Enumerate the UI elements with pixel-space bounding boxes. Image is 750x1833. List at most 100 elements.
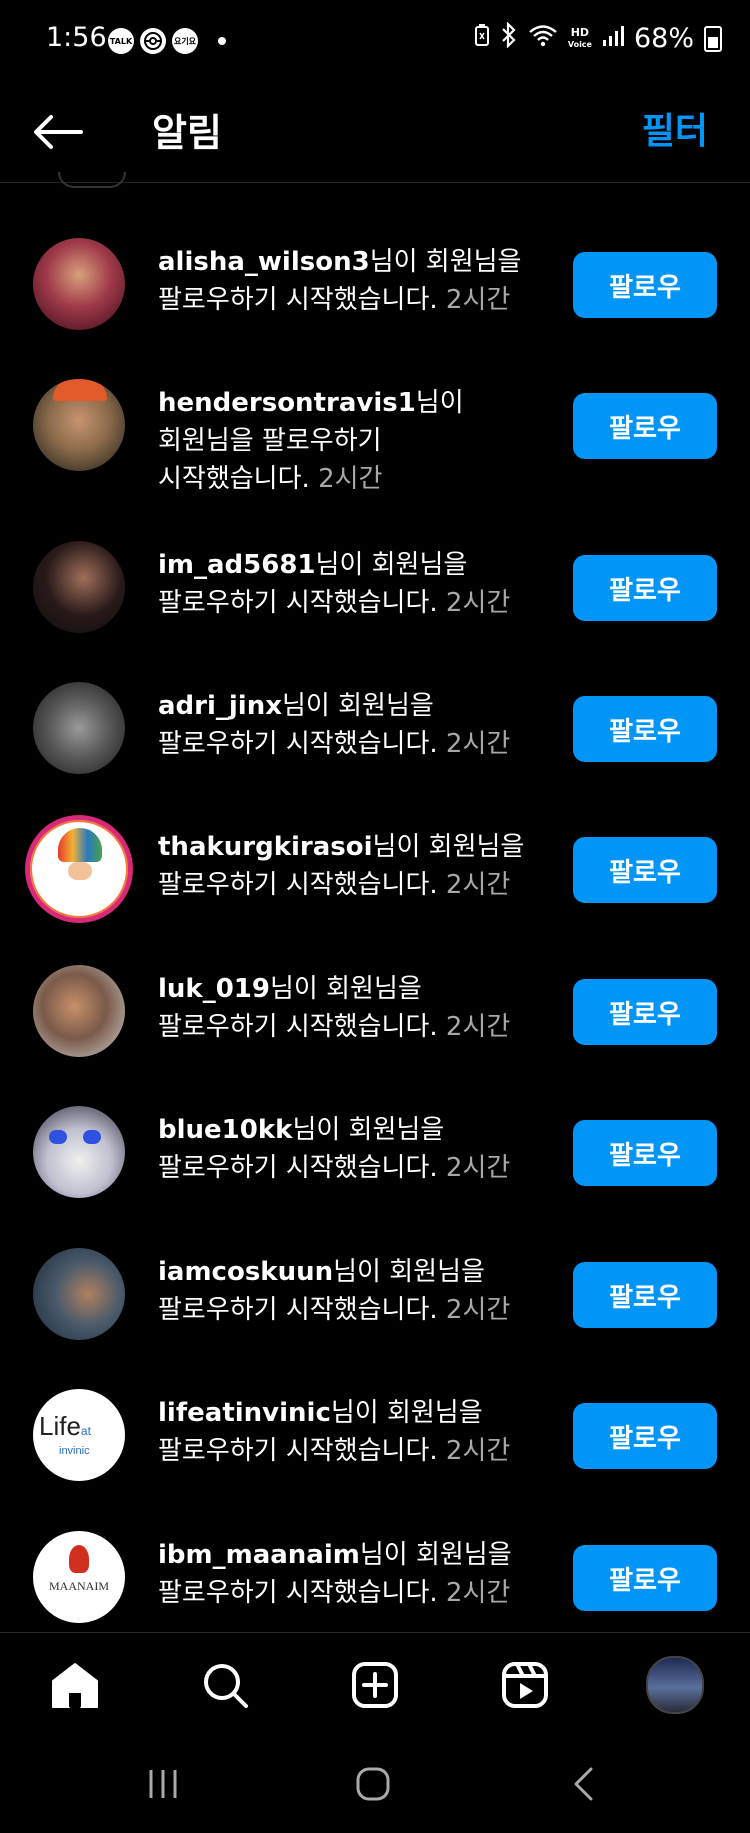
follow-button[interactable]: 팔로우 (573, 979, 717, 1045)
signal-icon (602, 23, 624, 54)
notification-message: 시작했습니다. (158, 464, 310, 494)
notification-message: 팔로우하기 시작했습니다. (158, 1295, 438, 1325)
follow-button[interactable]: 팔로우 (573, 1262, 717, 1328)
notification-text: blue10kk님이 회원님을 팔로우하기 시작했습니다. 2시간 (158, 1111, 538, 1187)
notification-text: ibm_maanaim님이 회원님을 팔로우하기 시작했습니다. 2시간 (158, 1536, 538, 1612)
username-link[interactable]: ibm_maanaim (158, 1540, 360, 1570)
follow-button[interactable]: 팔로우 (573, 696, 717, 762)
timestamp: 2시간 (445, 1153, 511, 1183)
username-link[interactable]: luk_019 (158, 974, 270, 1004)
partial-avatar (58, 172, 126, 188)
notification-message: 님이 회원님을 (292, 1115, 445, 1145)
home-circle-icon (356, 1767, 390, 1801)
username-link[interactable]: alisha_wilson3 (158, 247, 370, 277)
create-tab[interactable] (345, 1655, 405, 1715)
recents-button[interactable] (133, 1764, 193, 1804)
hd-voice-icon: HD Voice (568, 27, 592, 50)
notification-message: 님이 회원님을 (372, 832, 525, 862)
notification-message: 님이 회원님을 (282, 691, 434, 721)
battery-icon (704, 25, 722, 52)
notification-message: 님이 (415, 388, 464, 418)
page-title: 알림 (152, 111, 222, 155)
notification-message: 팔로우하기 시작했습니다. (158, 1436, 438, 1466)
bluetooth-icon (500, 21, 518, 55)
follow-button[interactable]: 팔로우 (573, 1545, 717, 1611)
home-tab[interactable] (45, 1655, 105, 1715)
user-avatar[interactable] (33, 541, 125, 633)
voice-label: Voice (567, 40, 592, 49)
logo-text-invinic: invinic (59, 1445, 90, 1457)
timestamp: 2시간 (445, 729, 511, 759)
logo-text-life: Life (39, 1411, 81, 1441)
follow-button[interactable]: 팔로우 (573, 393, 717, 459)
follow-button[interactable]: 팔로우 (573, 1120, 717, 1186)
notification-message: 팔로우하기 시작했습니다. (158, 870, 438, 900)
bottom-nav (0, 1632, 750, 1737)
notification-message: 님이 회원님을 (330, 1398, 483, 1428)
timestamp: 2시간 (445, 1578, 511, 1608)
notification-text: luk_019님이 회원님을 팔로우하기 시작했습니다. 2시간 (158, 970, 538, 1046)
maanaim-logo-text: MAANAIM (49, 1579, 109, 1593)
home-button[interactable] (343, 1764, 403, 1804)
follow-button[interactable]: 팔로우 (573, 252, 717, 318)
user-avatar[interactable] (33, 682, 125, 774)
username-link[interactable]: iamcoskuun (158, 1257, 333, 1287)
user-avatar[interactable]: MAANAIM (33, 1531, 125, 1623)
notification-text: iamcoskuun님이 회원님을 팔로우하기 시작했습니다. 2시간 (158, 1253, 538, 1329)
back-button[interactable] (30, 104, 86, 160)
user-avatar[interactable] (33, 1106, 125, 1198)
user-avatar-story-ring[interactable] (25, 815, 133, 923)
user-avatar[interactable] (33, 238, 125, 330)
timestamp: 2시간 (445, 1295, 511, 1325)
hd-label: HD (570, 26, 590, 39)
follow-button[interactable]: 팔로우 (573, 837, 717, 903)
notification-icons: TALK 요기요 (108, 28, 226, 54)
home-icon (52, 1663, 98, 1708)
notification-message: 님이 회원님을 (369, 247, 522, 277)
notification-text: hendersontravis1님이 회원님을 팔로우하기 시작했습니다. 2시… (158, 384, 538, 498)
status-bar: 1:56 TALK 요기요 HD Voice 68% (0, 0, 750, 82)
timestamp: 2시간 (445, 870, 511, 900)
hat-shape (53, 379, 107, 401)
notification-message: 팔로우하기 시작했습니다. (158, 729, 438, 759)
filter-button[interactable]: 필터 (642, 102, 708, 154)
notification-text: im_ad5681님이 회원님을 팔로우하기 시작했습니다. 2시간 (158, 546, 538, 622)
header: 알림 필터 (0, 82, 750, 183)
notification-text: lifeatinvinic님이 회원님을 팔로우하기 시작했습니다. 2시간 (158, 1394, 538, 1470)
logo-text-at: at (80, 1424, 91, 1438)
follow-button[interactable]: 팔로우 (573, 555, 717, 621)
create-icon (352, 1662, 398, 1708)
notification-message: 님이 회원님을 (359, 1540, 512, 1570)
system-back-button[interactable] (553, 1764, 613, 1804)
flame-logo-shape (69, 1545, 89, 1573)
status-time: 1:56 (46, 22, 107, 53)
username-link[interactable]: lifeatinvinic (158, 1398, 331, 1428)
back-chevron-icon (574, 1767, 593, 1801)
username-link[interactable]: blue10kk (158, 1115, 292, 1145)
notification-text: thakurgkirasoi님이 회원님을 팔로우하기 시작했습니다. 2시간 (158, 828, 538, 904)
back-arrow-icon (34, 115, 83, 149)
user-avatar[interactable]: Lifeat invinic (33, 1389, 125, 1481)
username-link[interactable]: thakurgkirasoi (158, 832, 373, 862)
notification-message: 님이 회원님을 (270, 974, 422, 1004)
search-tab[interactable] (195, 1655, 255, 1715)
notification-message: 팔로우하기 시작했습니다. (158, 285, 438, 315)
wifi-icon (528, 23, 558, 54)
notification-message: 팔로우하기 시작했습니다. (158, 588, 438, 618)
anime-eye-shape (83, 1130, 101, 1144)
notification-message: 팔로우하기 시작했습니다. (158, 1578, 438, 1608)
profile-tab[interactable] (645, 1655, 705, 1715)
user-avatar[interactable] (33, 1248, 125, 1340)
username-link[interactable]: im_ad5681 (158, 550, 316, 580)
user-avatar[interactable] (33, 965, 125, 1057)
battery-percent: 68% (633, 23, 694, 54)
follow-button[interactable]: 팔로우 (573, 1403, 717, 1469)
username-link[interactable]: hendersontravis1 (158, 388, 416, 418)
user-avatar[interactable] (33, 379, 125, 471)
notification-message: 팔로우하기 시작했습니다. (158, 1012, 438, 1042)
reels-tab[interactable] (495, 1655, 555, 1715)
face-shape (68, 862, 92, 880)
username-link[interactable]: adri_jinx (158, 691, 282, 721)
turban-logo-shape (58, 828, 102, 862)
timestamp: 2시간 (445, 1436, 511, 1466)
